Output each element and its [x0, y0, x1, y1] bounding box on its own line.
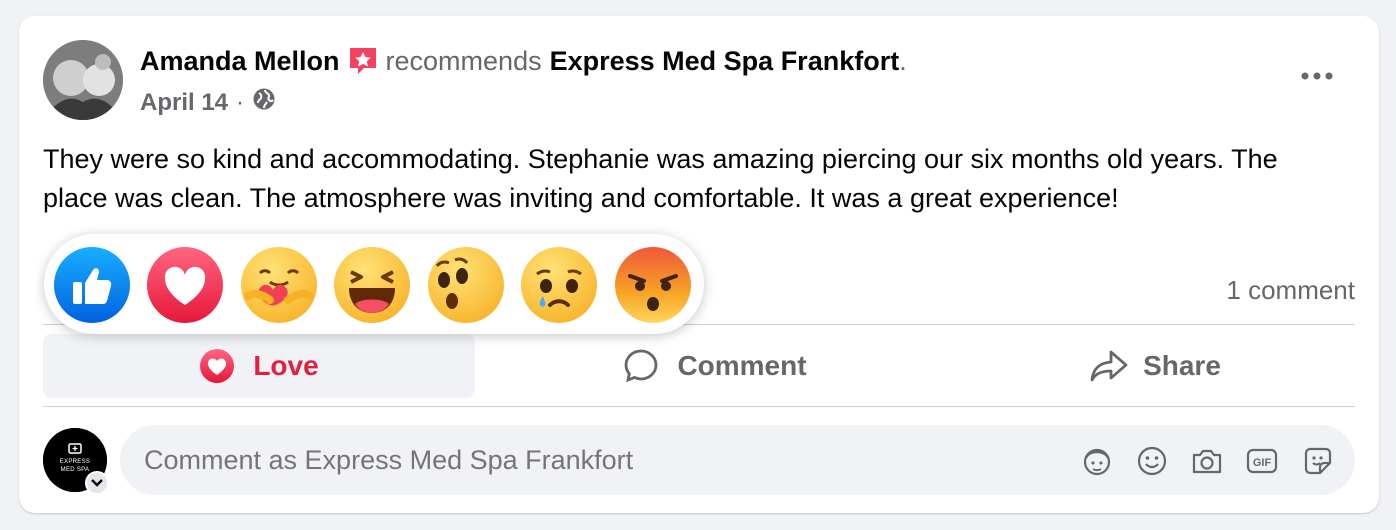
- share-icon: [1089, 348, 1128, 384]
- author-avatar[interactable]: [43, 40, 123, 120]
- love-button[interactable]: Love: [43, 334, 475, 398]
- avatar-sticker-icon[interactable]: [1080, 444, 1114, 478]
- share-button[interactable]: Share: [955, 334, 1355, 398]
- page-name[interactable]: Express Med Spa Frankfort: [550, 44, 900, 78]
- more-dots-icon[interactable]: [1297, 64, 1337, 88]
- emoji-icon[interactable]: [1135, 444, 1169, 478]
- author-name[interactable]: Amanda Mellon: [140, 44, 340, 78]
- comment-input[interactable]: [144, 425, 944, 495]
- globe-icon[interactable]: [252, 87, 276, 119]
- comment-label: Comment: [677, 350, 807, 381]
- like-reaction-icon[interactable]: [53, 246, 131, 324]
- care-reaction-icon[interactable]: [240, 246, 318, 324]
- comment-composer[interactable]: GIF: [120, 425, 1355, 495]
- angry-reaction-icon[interactable]: [614, 246, 692, 324]
- love-heart-reaction-icon[interactable]: [146, 246, 224, 324]
- svg-text:GIF: GIF: [1253, 457, 1272, 469]
- love-reaction-icon: [199, 348, 235, 384]
- share-label: Share: [1143, 350, 1221, 381]
- post-body: They were so kind and accommodating. Ste…: [43, 144, 1278, 213]
- divider-bottom: [43, 406, 1355, 407]
- haha-reaction-icon[interactable]: [333, 246, 411, 324]
- reactions-picker: [44, 234, 704, 334]
- sad-reaction-icon[interactable]: [520, 246, 598, 324]
- recommend-star-icon: [346, 44, 380, 78]
- chevron-down-icon[interactable]: [85, 471, 109, 495]
- sticker-icon[interactable]: [1301, 444, 1335, 478]
- recommends-text: recommends: [385, 46, 542, 76]
- comment-button[interactable]: Comment: [499, 334, 931, 398]
- meta-separator: ·: [236, 89, 245, 116]
- camera-icon[interactable]: [1190, 444, 1224, 478]
- header-period: .: [899, 46, 907, 76]
- comment-icon: [623, 348, 659, 384]
- post-header: Amanda Mellon recommends Express Med Spa…: [140, 44, 907, 78]
- gif-icon[interactable]: GIF: [1245, 444, 1279, 478]
- love-label: Love: [253, 350, 319, 381]
- page-avatar-text: EXPRESS MED SPA: [59, 459, 91, 473]
- post-date[interactable]: April 14: [140, 88, 228, 118]
- post-card: Amanda Mellon recommends Express Med Spa…: [19, 16, 1379, 513]
- comment-count[interactable]: 1 comment: [1226, 275, 1355, 306]
- post-meta: April 14 ·: [140, 87, 276, 119]
- wow-reaction-icon[interactable]: [427, 246, 505, 324]
